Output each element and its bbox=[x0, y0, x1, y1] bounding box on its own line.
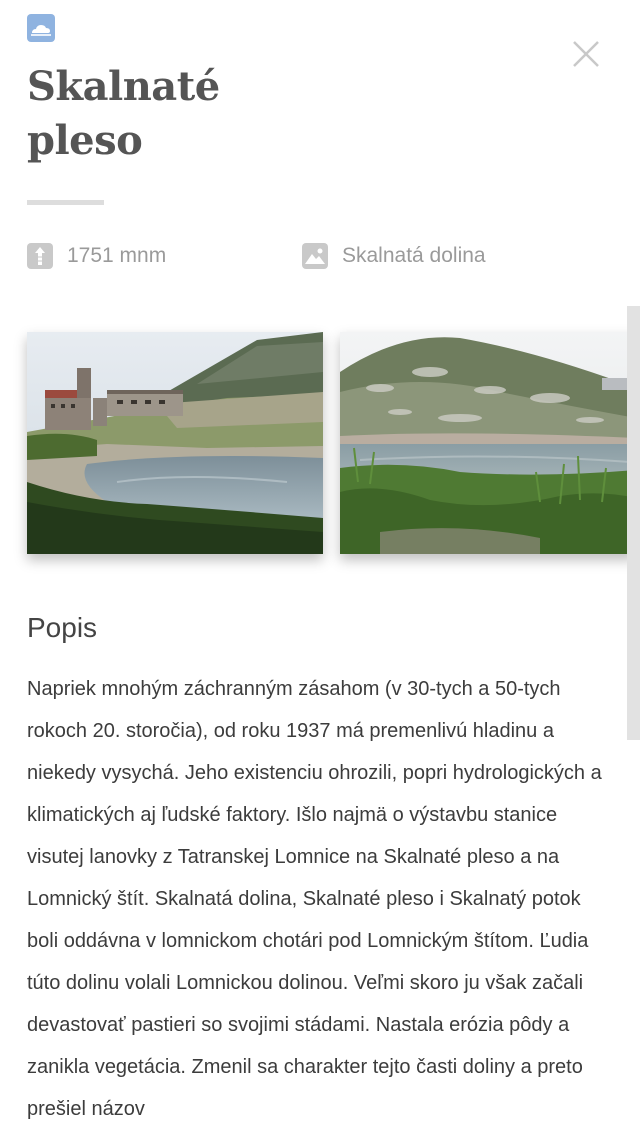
title-line-2: pleso bbox=[27, 117, 143, 164]
photo-chata-pri-plese[interactable] bbox=[27, 332, 323, 554]
title-divider bbox=[27, 200, 104, 205]
altitude-icon bbox=[27, 243, 53, 269]
landscape-icon bbox=[302, 243, 328, 269]
page-title: Skalnaté pleso bbox=[27, 60, 327, 168]
location-info: Skalnatá dolina bbox=[302, 240, 486, 272]
altitude-text: 1751 mnm bbox=[67, 244, 167, 267]
description-text: Napriek mnohým záchranným zásahom (v 30-… bbox=[27, 678, 602, 1120]
scrollbar[interactable] bbox=[627, 306, 640, 740]
altitude-info: 1751 mnm bbox=[27, 240, 166, 272]
close-icon bbox=[573, 41, 599, 67]
section-heading-popis: Popis bbox=[27, 612, 98, 643]
title-line-1: Skalnaté bbox=[27, 63, 220, 110]
photo-pleso-svah[interactable] bbox=[340, 332, 636, 554]
cloud-icon bbox=[27, 14, 55, 42]
close-button[interactable] bbox=[568, 36, 604, 72]
location-text: Skalnatá dolina bbox=[342, 244, 486, 267]
